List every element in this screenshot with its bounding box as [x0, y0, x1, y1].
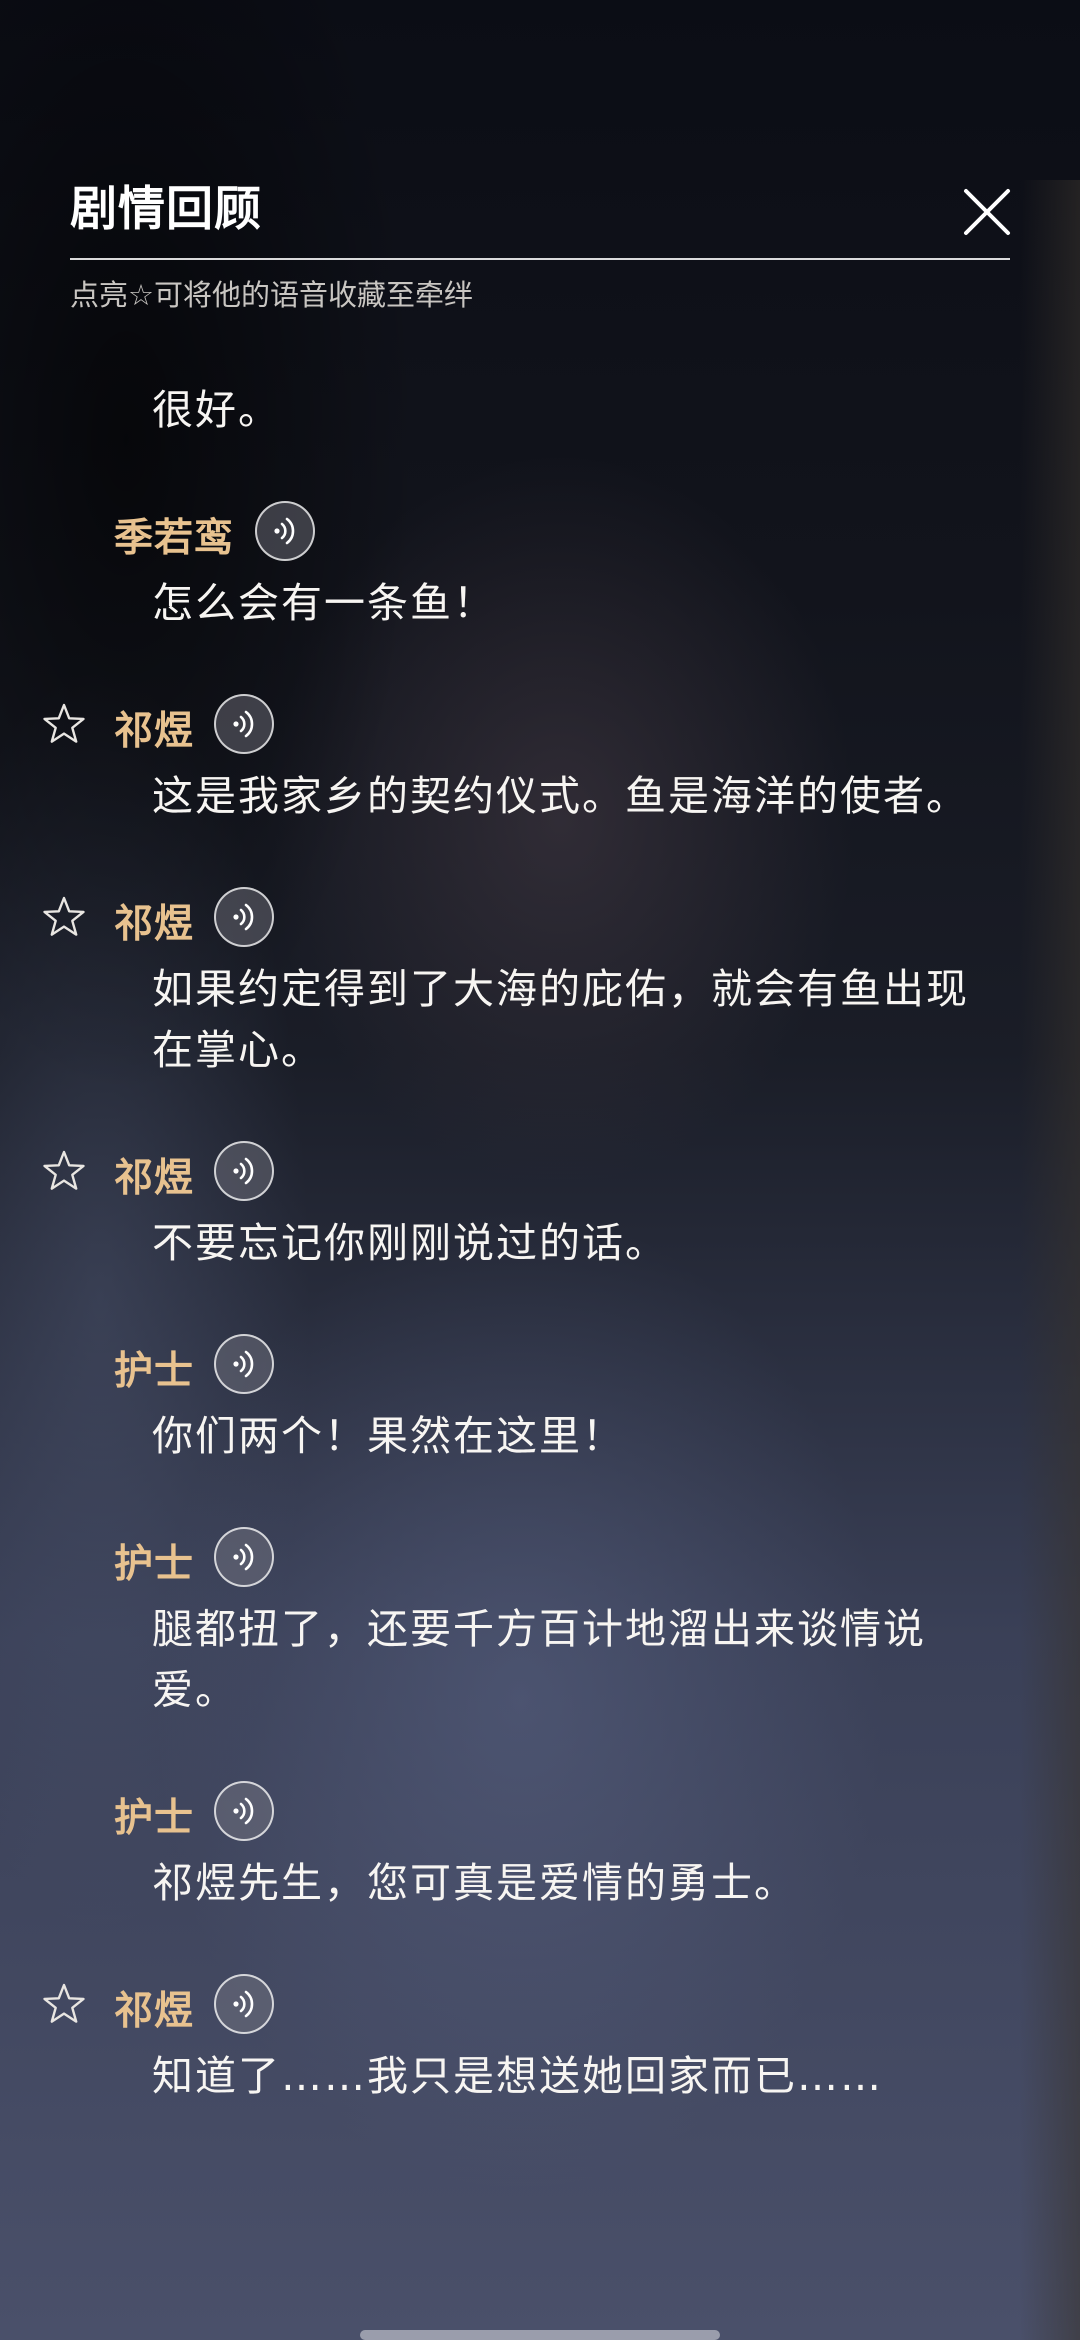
home-indicator[interactable] [360, 2330, 720, 2340]
star-outline-icon [43, 1150, 85, 1190]
voice-play-icon [233, 1990, 254, 2018]
dialogue-line: 不要忘记你刚刚说过的话。 [152, 1219, 668, 1267]
dialogue-entry-header: 护士 [0, 1527, 1080, 1591]
favorite-star-button[interactable] [42, 702, 86, 746]
dialogue-entry: 祁煜如果约定得到了大海的庇佑，就会有鱼出现在掌心。 [0, 887, 1080, 1081]
dialogue-line: 知道了……我只是想送她回家而已…… [152, 2052, 883, 2100]
dialogue-entry: 护士你们两个！果然在这里！ [0, 1334, 1080, 1467]
dialogue-entry: 护士腿都扭了，还要千方百计地溜出来谈情说爱。 [0, 1527, 1080, 1721]
speaker-name: 祁煜 [114, 901, 195, 947]
voice-play-icon [233, 903, 254, 931]
speaker-name: 祁煜 [114, 1155, 195, 1201]
voice-play-button[interactable] [214, 1141, 274, 1201]
dialogue-entry: 祁煜不要忘记你刚刚说过的话。 [0, 1141, 1080, 1274]
dialogue-line: 腿都扭了，还要千方百计地溜出来谈情说爱。 [152, 1605, 926, 1714]
dialogue-entry-header: 护士 [0, 1781, 1080, 1845]
dialogue-log[interactable]: 很好。 季若鸾 怎么会有一条鱼！ 祁煜 这是我家乡的契约仪式。鱼是海洋的使者。 祁煜 如果… [0, 380, 1080, 2107]
dialogue-entry: 季若鸾怎么会有一条鱼！ [0, 501, 1080, 634]
star-outline-icon [43, 703, 85, 743]
favorite-star-button[interactable] [42, 1982, 86, 2026]
dialogue-entry: 护士祁煜先生，您可真是爱情的勇士。 [0, 1781, 1080, 1914]
favorite-star-button[interactable] [42, 1149, 86, 1193]
voice-play-icon [274, 517, 295, 545]
voice-play-button[interactable] [255, 501, 315, 561]
voice-play-button[interactable] [214, 694, 274, 754]
dialogue-entry-header: 祁煜 [0, 887, 1080, 951]
dialogue-line: 你们两个！果然在这里！ [152, 1412, 625, 1460]
close-icon [964, 189, 1010, 235]
speaker-name: 护士 [114, 1795, 195, 1841]
voice-play-button[interactable] [214, 1334, 274, 1394]
speaker-name: 祁煜 [114, 708, 195, 754]
speaker-name: 护士 [114, 1541, 195, 1587]
collection-hint: 点亮☆可将他的语音收藏至牵绊 [70, 278, 473, 312]
voice-play-icon [233, 1797, 254, 1825]
dialogue-line: 如果约定得到了大海的庇佑，就会有鱼出现在掌心。 [152, 965, 969, 1074]
favorite-star-button[interactable] [42, 895, 86, 939]
dialogue-line: 这是我家乡的契约仪式。鱼是海洋的使者。 [152, 772, 969, 820]
close-button[interactable] [960, 185, 1014, 239]
voice-play-icon [233, 1350, 254, 1378]
voice-play-button[interactable] [214, 1781, 274, 1841]
star-outline-icon [43, 896, 85, 936]
dialogue-entry: 祁煜这是我家乡的契约仪式。鱼是海洋的使者。 [0, 694, 1080, 827]
dialogue-entry-header: 祁煜 [0, 694, 1080, 758]
dialogue-entry-header: 护士 [0, 1334, 1080, 1398]
dialogue-line: 很好。 [152, 386, 281, 434]
dialogue-line: 祁煜先生，您可真是爱情的勇士。 [152, 1859, 797, 1907]
dialogue-entry-header: 季若鸾 [0, 501, 1080, 565]
dialogue-entry: 祁煜知道了……我只是想送她回家而已…… [0, 1974, 1080, 2107]
header-divider [70, 258, 1010, 260]
speaker-name: 季若鸾 [114, 515, 235, 561]
voice-play-icon [233, 1157, 254, 1185]
dialogue-entry-header: 祁煜 [0, 1141, 1080, 1205]
voice-play-button[interactable] [214, 1974, 274, 2034]
voice-play-icon [233, 1543, 254, 1571]
speaker-name: 护士 [114, 1348, 195, 1394]
voice-play-button[interactable] [214, 887, 274, 947]
speaker-name: 祁煜 [114, 1988, 195, 2034]
page-title: 剧情回顾 [70, 182, 262, 237]
dialogue-entry-header: 祁煜 [0, 1974, 1080, 2038]
star-outline-icon [43, 1983, 85, 2023]
voice-play-button[interactable] [214, 1527, 274, 1587]
dialogue-line: 怎么会有一条鱼！ [152, 579, 496, 627]
voice-play-icon [233, 710, 254, 738]
